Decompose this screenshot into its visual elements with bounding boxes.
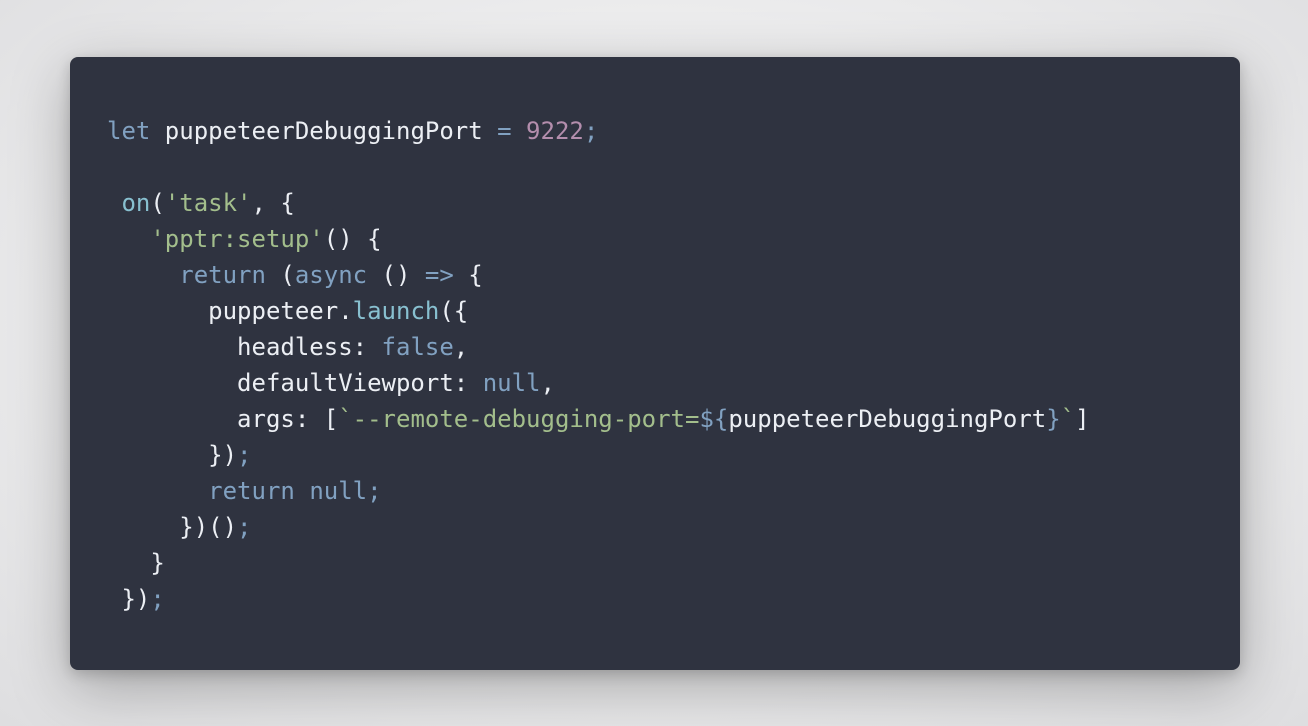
code-line: })();	[107, 509, 1090, 545]
code-token: }	[1046, 405, 1061, 433]
code-token: , {	[251, 189, 295, 217]
code-token: :	[294, 405, 310, 433]
code-token: 'task'	[164, 189, 252, 217]
code-token: async	[294, 261, 368, 289]
code-line: }	[107, 545, 1090, 581]
code-block: let puppeteerDebuggingPort = 9222;​ on('…	[107, 113, 1090, 617]
code-token: ;	[237, 441, 252, 469]
code-token: let	[107, 117, 151, 145]
code-token: })	[107, 585, 151, 613]
code-line: on('task', {	[107, 185, 1090, 221]
code-token: null	[309, 477, 368, 505]
code-token: `--remote-debugging-port=	[338, 405, 700, 433]
code-snippet-window: let puppeteerDebuggingPort = 9222;​ on('…	[70, 57, 1240, 670]
code-line: let puppeteerDebuggingPort = 9222;	[107, 113, 1090, 149]
code-token: puppeteerDebuggingPort	[150, 117, 498, 145]
code-line: return (async () => {	[107, 257, 1090, 293]
code-token: :	[352, 333, 368, 361]
code-token: (	[265, 261, 295, 289]
code-token: ${	[699, 405, 729, 433]
code-line: });	[107, 581, 1090, 617]
code-token: })()	[107, 513, 238, 541]
code-line: puppeteer.launch({	[107, 293, 1090, 329]
code-token: 9222	[526, 117, 584, 145]
code-token: })	[107, 441, 238, 469]
code-token: {	[453, 261, 483, 289]
code-line: return null;	[107, 473, 1090, 509]
code-token: false	[381, 333, 454, 361]
code-token: ;	[367, 477, 382, 505]
code-token: (	[150, 189, 165, 217]
code-token: `	[1060, 405, 1076, 433]
code-token: on	[121, 189, 151, 217]
code-token: return	[179, 261, 266, 289]
code-line: });	[107, 437, 1090, 473]
code-line: ​	[107, 149, 1090, 185]
code-token: ({	[439, 297, 469, 325]
code-token: puppeteerDebuggingPort	[728, 405, 1047, 433]
code-line: headless: false,	[107, 329, 1090, 365]
code-token: puppeteer	[107, 297, 339, 325]
code-token: .	[338, 297, 353, 325]
code-token: defaultViewport	[107, 369, 454, 397]
code-token: ,	[540, 369, 555, 397]
code-token: }	[107, 549, 165, 577]
code-line: args: [`--remote-debugging-port=${puppet…	[107, 401, 1090, 437]
code-token: () {	[323, 225, 382, 253]
code-line: 'pptr:setup'() {	[107, 221, 1090, 257]
code-token: :	[453, 369, 469, 397]
code-token: launch	[352, 297, 440, 325]
code-token: ()	[367, 261, 425, 289]
code-token: ;	[150, 585, 165, 613]
code-token: headless	[107, 333, 353, 361]
code-token: ;	[583, 117, 599, 145]
code-token: null	[482, 369, 541, 397]
code-token: ,	[453, 333, 469, 361]
code-token: ]	[1075, 405, 1090, 433]
code-token: args	[107, 405, 295, 433]
code-token: [	[309, 405, 339, 433]
code-token: ;	[237, 513, 252, 541]
code-token: 'pptr:setup'	[150, 225, 324, 253]
code-token: return	[208, 477, 295, 505]
code-token: =>	[424, 261, 454, 289]
code-line: defaultViewport: null,	[107, 365, 1090, 401]
code-token: =	[497, 117, 512, 145]
